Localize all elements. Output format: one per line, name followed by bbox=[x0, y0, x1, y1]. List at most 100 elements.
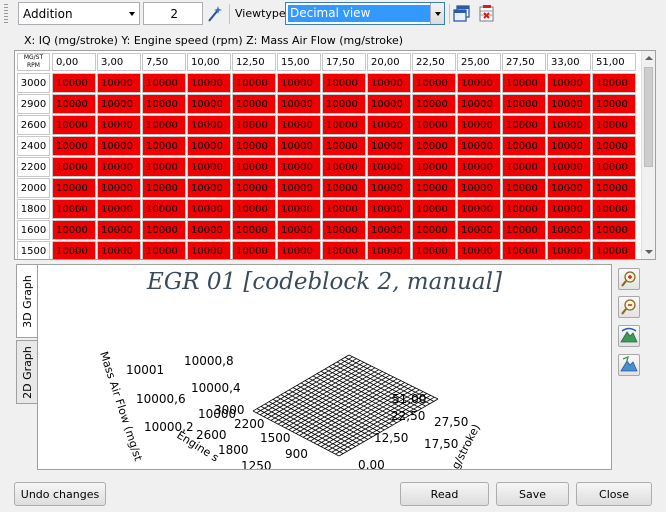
column-header[interactable]: 15,00 bbox=[277, 53, 321, 71]
column-header[interactable]: 3,00 bbox=[97, 53, 141, 71]
table-cell[interactable]: 10000 bbox=[187, 73, 231, 93]
table-cell[interactable]: 10000 bbox=[547, 241, 591, 259]
table-cell[interactable]: 10000 bbox=[592, 136, 636, 156]
table-cell[interactable]: 10000 bbox=[142, 157, 186, 177]
table-cell[interactable]: 10000 bbox=[502, 94, 546, 114]
table-cell[interactable]: 10000 bbox=[142, 178, 186, 198]
table-cell[interactable]: 10000 bbox=[142, 199, 186, 219]
table-cell[interactable]: 10000 bbox=[457, 178, 501, 198]
column-header[interactable]: 7,50 bbox=[142, 53, 186, 71]
row-header[interactable]: 2200 bbox=[17, 157, 50, 177]
table-cell[interactable]: 10000 bbox=[232, 241, 276, 259]
table-cell[interactable]: 10000 bbox=[412, 199, 456, 219]
undo-changes-button[interactable]: Undo changes bbox=[14, 482, 106, 506]
row-header[interactable]: 2900 bbox=[17, 94, 50, 114]
table-cell[interactable]: 10000 bbox=[502, 136, 546, 156]
table-cell[interactable]: 10000 bbox=[502, 199, 546, 219]
table-cell[interactable]: 10000 bbox=[547, 178, 591, 198]
table-cell[interactable]: 10000 bbox=[322, 115, 366, 135]
toolbar-grip[interactable] bbox=[4, 4, 8, 24]
column-header[interactable]: 12,50 bbox=[232, 53, 276, 71]
table-cell[interactable]: 10000 bbox=[322, 241, 366, 259]
table-cell[interactable]: 10000 bbox=[592, 157, 636, 177]
value-input[interactable]: 2 bbox=[143, 2, 203, 25]
table-cell[interactable]: 10000 bbox=[187, 94, 231, 114]
table-cell[interactable]: 10000 bbox=[412, 115, 456, 135]
table-cell[interactable]: 10000 bbox=[457, 199, 501, 219]
table-cell[interactable]: 10000 bbox=[322, 73, 366, 93]
table-cell[interactable]: 10000 bbox=[457, 136, 501, 156]
delete-table-icon[interactable] bbox=[477, 4, 497, 24]
table-cell[interactable]: 10000 bbox=[277, 73, 321, 93]
table-cell[interactable]: 10000 bbox=[412, 136, 456, 156]
table-cell[interactable]: 10000 bbox=[322, 178, 366, 198]
table-cell[interactable]: 10000 bbox=[52, 115, 96, 135]
table-cell[interactable]: 10000 bbox=[367, 73, 411, 93]
table-cell[interactable]: 10000 bbox=[142, 94, 186, 114]
table-cell[interactable]: 10000 bbox=[277, 178, 321, 198]
table-cell[interactable]: 10000 bbox=[142, 220, 186, 240]
table-cell[interactable]: 10000 bbox=[412, 94, 456, 114]
table-cell[interactable]: 10000 bbox=[412, 73, 456, 93]
scroll-thumb[interactable] bbox=[644, 67, 653, 167]
table-cell[interactable]: 10000 bbox=[97, 73, 141, 93]
copy-window-icon[interactable] bbox=[452, 4, 472, 24]
table-vertical-scrollbar[interactable] bbox=[641, 51, 655, 259]
table-cell[interactable]: 10000 bbox=[547, 157, 591, 177]
column-header[interactable]: 27,50 bbox=[502, 53, 546, 71]
table-cell[interactable]: 10000 bbox=[142, 136, 186, 156]
column-header[interactable]: 20,00 bbox=[367, 53, 411, 71]
table-cell[interactable]: 10000 bbox=[277, 94, 321, 114]
table-cell[interactable]: 10000 bbox=[52, 94, 96, 114]
table-cell[interactable]: 10000 bbox=[232, 94, 276, 114]
table-cell[interactable]: 10000 bbox=[412, 241, 456, 259]
row-header[interactable]: 2000 bbox=[17, 178, 50, 198]
table-cell[interactable]: 10000 bbox=[142, 73, 186, 93]
table-cell[interactable]: 10000 bbox=[232, 220, 276, 240]
table-cell[interactable]: 10000 bbox=[277, 115, 321, 135]
graph-3d-plot[interactable]: Mass Air Flow (mg/st Engine s g/stroke) … bbox=[38, 265, 612, 470]
table-cell[interactable]: 10000 bbox=[232, 178, 276, 198]
column-header[interactable]: 33,00 bbox=[547, 53, 591, 71]
table-cell[interactable]: 10000 bbox=[52, 136, 96, 156]
table-cell[interactable]: 10000 bbox=[142, 241, 186, 259]
table-cell[interactable]: 10000 bbox=[457, 115, 501, 135]
table-cell[interactable]: 10000 bbox=[187, 157, 231, 177]
table-cell[interactable]: 10000 bbox=[232, 115, 276, 135]
table-cell[interactable]: 10000 bbox=[592, 220, 636, 240]
table-cell[interactable]: 10000 bbox=[502, 73, 546, 93]
row-header[interactable]: 1800 bbox=[17, 199, 50, 219]
column-header[interactable]: 22,50 bbox=[412, 53, 456, 71]
table-cell[interactable]: 10000 bbox=[52, 178, 96, 198]
row-header[interactable]: 1500 bbox=[17, 241, 50, 259]
table-cell[interactable]: 10000 bbox=[412, 178, 456, 198]
column-header[interactable]: 17,50 bbox=[322, 53, 366, 71]
table-cell[interactable]: 10000 bbox=[592, 178, 636, 198]
read-button[interactable]: Read bbox=[400, 482, 489, 506]
rotate-view-button[interactable] bbox=[618, 325, 640, 347]
table-cell[interactable]: 10000 bbox=[547, 115, 591, 135]
table-cell[interactable]: 10000 bbox=[547, 136, 591, 156]
table-cell[interactable]: 10000 bbox=[367, 220, 411, 240]
table-cell[interactable]: 10000 bbox=[367, 157, 411, 177]
table-cell[interactable]: 10000 bbox=[232, 73, 276, 93]
viewtype-select[interactable]: Decimal view bbox=[285, 2, 445, 25]
table-cell[interactable]: 10000 bbox=[97, 94, 141, 114]
table-cell[interactable]: 10000 bbox=[367, 241, 411, 259]
row-header[interactable]: 3000 bbox=[17, 73, 50, 93]
table-cell[interactable]: 10000 bbox=[367, 136, 411, 156]
table-cell[interactable]: 10000 bbox=[52, 241, 96, 259]
table-cell[interactable]: 10000 bbox=[187, 136, 231, 156]
table-cell[interactable]: 10000 bbox=[502, 115, 546, 135]
table-cell[interactable]: 10000 bbox=[97, 178, 141, 198]
table-cell[interactable]: 10000 bbox=[547, 73, 591, 93]
table-cell[interactable]: 10000 bbox=[277, 241, 321, 259]
table-cell[interactable]: 10000 bbox=[502, 241, 546, 259]
table-cell[interactable]: 10000 bbox=[52, 73, 96, 93]
table-cell[interactable]: 10000 bbox=[232, 136, 276, 156]
table-cell[interactable]: 10000 bbox=[187, 115, 231, 135]
table-cell[interactable]: 10000 bbox=[277, 199, 321, 219]
reset-view-button[interactable] bbox=[618, 354, 640, 376]
table-cell[interactable]: 10000 bbox=[592, 94, 636, 114]
table-cell[interactable]: 10000 bbox=[457, 73, 501, 93]
